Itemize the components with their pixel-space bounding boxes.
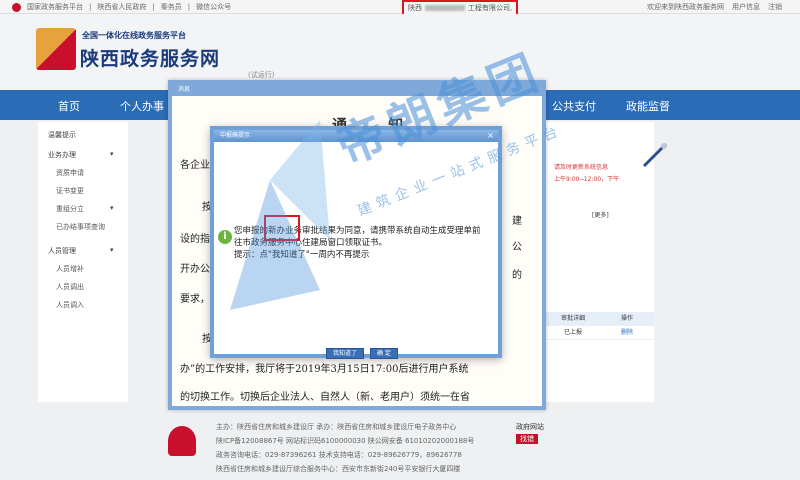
error-report-badge[interactable]: 找错 [516, 434, 538, 444]
sidebar-item-completed[interactable]: 已办结事项查询 [56, 222, 105, 232]
link-qinwuyuan[interactable]: 秦务员 [161, 2, 182, 12]
error-report-label: 政府网站 [516, 423, 544, 431]
right-panel: 请及时更新系统信息 上午9:00--12:00，下午 [更多] 审批详细 操作 … [546, 122, 654, 402]
info-icon: i [218, 230, 232, 244]
delete-link[interactable]: 删除 [600, 326, 654, 339]
welcome-text: 欢迎来到陕西政务服务网 [647, 3, 724, 11]
sidebar-item-transfer-out[interactable]: 人员调出 [56, 282, 84, 292]
more-link[interactable]: [更多] [592, 210, 609, 219]
sidebar-item-personnel[interactable]: 人员管理 [48, 246, 76, 256]
notice-line: 设的指 [180, 234, 210, 245]
close-icon[interactable]: × [486, 131, 495, 140]
link-national-platform[interactable]: 国家政务服务平台 [27, 2, 83, 12]
top-utility-bar: 国家政务服务平台 | 陕西省人民政府 | 秦务员 | 微信公众号 欢迎来到陕西政… [0, 0, 800, 14]
chevron-down-icon[interactable]: ▾ [110, 150, 114, 158]
link-wechat[interactable]: 微信公众号 [196, 2, 231, 12]
footer-line: 陕ICP备12008867号 网站标识码6100000030 陕公网安备 610… [216, 437, 475, 445]
nav-personal[interactable]: 个人办事 [120, 98, 164, 114]
brand-header: 全国一体化在线政务服务平台 陕西政务服务网 (试运行) [0, 14, 800, 90]
site-logo-icon [36, 28, 76, 70]
sidebar-item-cert-change[interactable]: 证书变更 [56, 186, 84, 196]
sidebar-item-add-staff[interactable]: 人员增补 [56, 264, 84, 274]
status-cell: 已上报 [563, 329, 582, 336]
new-business-highlight [264, 215, 300, 241]
notice-line: 开办公 [180, 264, 210, 275]
brand-trial: (试运行) [248, 71, 275, 79]
dialog-titlebar: 中报确提示 × [214, 130, 498, 142]
national-emblem-icon [12, 2, 21, 12]
logout-link[interactable]: 注销 [768, 2, 782, 12]
dialog-message-line-2: 往市政务服务中心住建局窗口领取证书。 [234, 238, 388, 248]
sidebar-item-business[interactable]: 业务办理 [48, 150, 76, 160]
footer-line: 政务咨询电话：029-87396261 技术支持电话：029-89626779，… [216, 451, 462, 459]
notice-red-line-2: 上午9:00--12:00，下午 [554, 176, 620, 183]
sidebar-item-transfer-in[interactable]: 人员调入 [56, 300, 84, 310]
chevron-down-icon[interactable]: ▾ [110, 246, 114, 254]
nav-home[interactable]: 首页 [58, 98, 80, 114]
redacted-name [425, 5, 465, 11]
column-header: 审批详细 [560, 315, 585, 322]
notice-line: 要求， [180, 294, 210, 305]
notice-line: 的切换工作。切换后企业法人、自然人（新、老用户）须统一在省 [180, 392, 470, 403]
notice-fragment: 公 [512, 242, 522, 253]
confirm-button[interactable]: 确 定 [370, 348, 398, 359]
column-header: 操作 [620, 315, 633, 322]
notice-window-titlebar: 消息 [172, 84, 542, 96]
link-provincial-gov[interactable]: 陕西省人民政府 [97, 2, 146, 12]
brand-subtitle: 全国一体化在线政务服务平台 [82, 31, 186, 40]
left-sidebar: 温馨提示 业务办理 ▾ 资质申请 证书变更 重组分立 ▾ 已办结事项查询 人员管… [38, 122, 128, 402]
dialog-buttons: 我知道了 确 定 [326, 348, 398, 359]
brand-title: 陕西政务服务网 [80, 48, 221, 70]
nav-payment[interactable]: 公共支付 [552, 98, 596, 114]
table-row: 已上报 删除 [546, 326, 654, 340]
dialog-message-line-3: 提示：点"我知道了"一周内不再提示 [234, 250, 370, 260]
company-suffix: 工程有限公司, [468, 4, 513, 12]
footer-line: 主办：陕西省住房和城乡建设厅 承办：陕西省住房和城乡建设厅电子政务中心 [216, 423, 457, 431]
user-info-link[interactable]: 用户信息 [732, 2, 760, 12]
table-header: 审批详细 操作 [546, 312, 654, 326]
dialog-title: 中报确提示 [220, 132, 251, 139]
notice-red-line-1: 请及时更新系统信息 [554, 164, 609, 171]
gov-site-error-report[interactable]: 政府网站 找错 [516, 422, 544, 444]
approval-dialog: 中报确提示 × i 您申报的新办业务审批结果为同意，请携带系统自动生成受理单前 … [210, 126, 502, 359]
acknowledge-button[interactable]: 我知道了 [326, 348, 365, 359]
nav-supervision[interactable]: 政能监督 [626, 98, 670, 114]
chevron-down-icon[interactable]: ▾ [110, 204, 114, 212]
sidebar-item-tips[interactable]: 温馨提示 [48, 130, 76, 140]
notice-fragment: 建 [512, 216, 522, 227]
company-prefix: 陕西 [408, 4, 422, 12]
status-table: 审批详细 操作 已上报 删除 [546, 312, 654, 340]
pen-icon [642, 142, 668, 168]
sidebar-item-restructure[interactable]: 重组分立 [56, 204, 84, 214]
notice-line: 办”的工作安排，我厅将于2019年3月15日17:00后进行用户系统 [180, 364, 469, 375]
notice-fragment: 的 [512, 270, 522, 281]
sidebar-item-qualification[interactable]: 资质申请 [56, 168, 84, 178]
footer-line: 陕西省住房和城乡建设厅综合服务中心：西安市东新街240号平安银行大厦四楼 [216, 465, 461, 473]
